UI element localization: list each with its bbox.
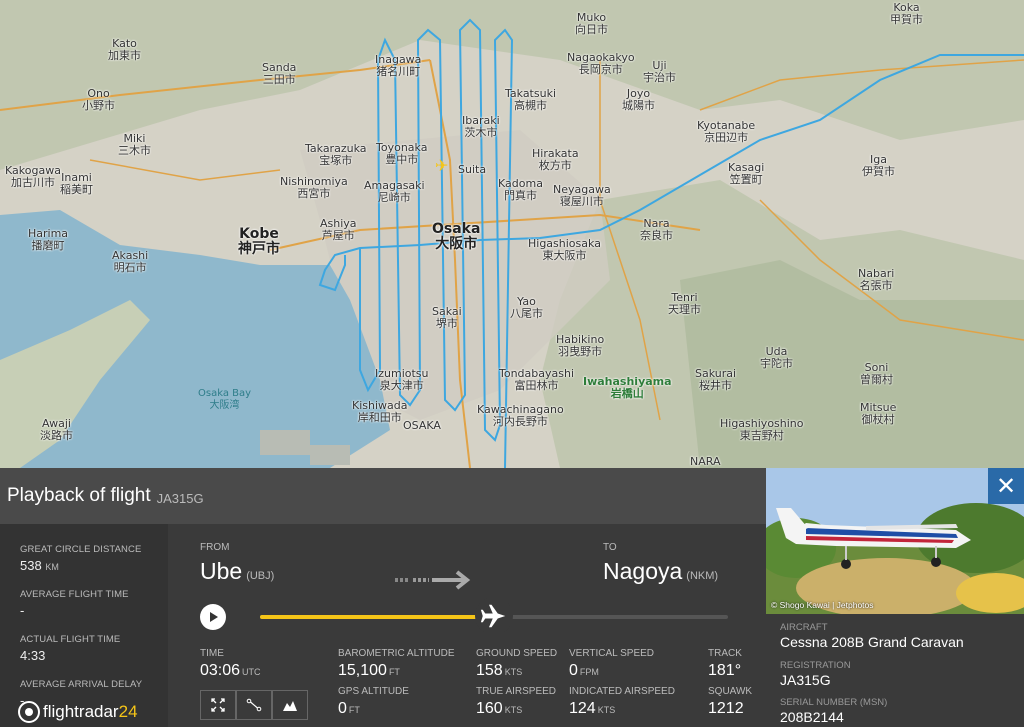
fullscreen-icon[interactable] [200,690,236,720]
map-label-tondabayashi: Tondabayashi 富田林市 [499,367,575,392]
stat-avg-flight-time: AVERAGE FLIGHT TIME - [20,589,129,618]
from-label: FROM [200,542,230,553]
map-label-osaka-bay: Osaka Bay 大阪湾 [198,388,252,411]
map-label-mitsue: Mitsue 御杖村 [860,401,897,426]
map-label-kasagi: Kasagi 笠置町 [728,161,765,186]
map-label-harima: Harima 播磨町 [28,227,69,252]
panel-title: Playback of flight [7,485,151,506]
map-label-ashiya: Ashiya 芦屋市 [320,217,357,242]
gps-altitude-field: GPS ALTITUDE 0 FT [338,686,409,717]
indicated-airspeed-field: INDICATED AIRSPEED 124 KTS [569,686,675,717]
map-label-ibaraki: Ibaraki 茨木市 [462,114,500,139]
origin-city[interactable]: Ube (UBJ) [200,558,274,585]
map-label-kato: Kato 加東市 [108,37,141,62]
map-label-nabari: Nabari 名張市 [858,267,895,292]
aircraft-serial: SERIAL NUMBER (MSN) 208B2144 [780,697,888,725]
map-label-muko: Muko 向日市 [575,11,608,36]
stat-distance: GREAT CIRCLE DISTANCE 538 KM [20,544,142,573]
to-label: TO [603,542,617,553]
map-label-habikino: Habikino 羽曳野市 [556,333,605,358]
map-label-suita: Suita [458,163,487,176]
map-label-amagasaki: Amagasaki 尼崎市 [364,179,425,204]
map-label-higashiosaka: Higashiosaka 東大阪市 [528,237,601,262]
map-label-inami: Inami 稲美町 [60,171,93,196]
aircraft-registration: REGISTRATION JA315G [780,660,851,688]
flight-stats: GREAT CIRCLE DISTANCE 538 KM AVERAGE FLI… [0,524,168,727]
map-label-kyotanabe: Kyotanabe 京田辺市 [697,119,756,144]
map-label-miki: Miki 三木市 [118,132,151,157]
map-label-toyonaka: Toyonaka 豊中市 [376,141,428,166]
map-label-iga: Iga 伊賀市 [862,153,895,178]
map-label-tenri: Tenri 天理市 [668,291,701,316]
map-label-yao: Yao 八尾市 [510,295,543,320]
panel-header: Playback of flight JA315G [0,468,766,524]
aircraft-photo[interactable]: ✕ © Shogo Kawai | Jetphotos [766,468,1024,614]
map-label-takarazuka: Takarazuka 宝塚市 [305,142,367,167]
route-icon[interactable] [236,690,272,720]
flightradar24-logo[interactable]: flightradar24 [18,701,138,723]
map-label-takatsuki: Takatsuki 高槻市 [505,87,556,112]
vertical-speed-field: VERTICAL SPEED 0 FPM [569,648,655,679]
map-label-ono: Ono 小野市 [82,87,115,112]
map-label-osaka-area: OSAKA [403,419,441,432]
true-airspeed-field: TRUE AIRSPEED 160 KTS [476,686,557,717]
track-field: TRACK 181° [708,648,742,679]
photo-credit[interactable]: © Shogo Kawai | Jetphotos [771,600,874,610]
map-label-nagaokakyo: Nagaokakyo 長岡京市 [567,51,635,76]
map-label-osaka: Osaka 大阪市 [432,221,481,252]
map-label-kishiwada: Kishiwada 岸和田市 [352,399,408,424]
map-label-sakai: Sakai 堺市 [432,305,462,330]
map-label-koka: Koka 甲賀市 [890,1,923,26]
map-label-iwahashiyama: Iwahashiyama 岩橋山 [583,375,672,400]
baro-altitude-field: BAROMETRIC ALTITUDE 15,100 FT [338,648,455,679]
map-label-inagawa: Inagawa 猪名川町 [375,53,422,78]
map-label-izumiotsu: Izumiotsu 泉大津市 [375,367,429,392]
map-label-nishinomiya: Nishinomiya 西宮市 [280,175,348,200]
plane-position-icon[interactable]: ✈ [435,156,448,176]
map-label-akashi: Akashi 明石市 [112,249,149,274]
map-label-neyagawa: Neyagawa 寝屋川市 [553,183,611,208]
playback-progress [260,615,494,619]
map-label-joyo: Joyo 城陽市 [622,87,655,112]
ground-speed-field: GROUND SPEED 158 KTS [476,648,558,679]
close-icon[interactable]: ✕ [988,468,1024,504]
map-label-higashiyoshino: Higashiyoshino 東吉野村 [720,417,804,442]
route-info: FROM Ube (UBJ) TO Nagoya (NKM) [200,542,740,602]
map-label-hirakata: Hirakata 枚方市 [532,147,579,172]
map-label-nara: Nara 奈良市 [640,217,673,242]
playback-handle-plane-icon[interactable] [475,597,513,635]
map-label-kawachinagano: Kawachinagano 河内長野市 [477,403,564,428]
map-label-kobe: Kobe 神戸市 [238,226,280,257]
map-label-nara-area: NARA [690,455,721,468]
view-buttons [200,690,308,720]
altitude-graph-icon[interactable] [272,690,308,720]
map-label-uda: Uda 宇陀市 [760,345,793,370]
map-canvas [0,0,1024,468]
map-label-kadoma: Kadoma 門真市 [498,177,543,202]
flight-id: JA315G [156,490,204,506]
destination-city[interactable]: Nagoya (NKM) [603,558,718,585]
time-field: TIME 03:06 UTC [200,648,261,679]
map-label-soni: Soni 曽爾村 [860,361,893,386]
map-label-awaji: Awaji 淡路市 [40,417,73,442]
squawk-field: SQUAWK 1212 [708,686,753,717]
logo-icon [18,701,40,723]
play-button[interactable] [200,604,226,630]
map-label-kakogawa: Kakogawa 加古川市 [5,164,61,189]
stat-actual-flight-time: ACTUAL FLIGHT TIME 4:33 [20,634,121,663]
map-label-uji: Uji 宇治市 [643,59,676,84]
aircraft-panel: ✕ © Shogo Kawai | Jetphotos AIRCRAFT Ces… [766,468,1024,727]
flight-map[interactable]: Kobe 神戸市 Osaka 大阪市 Toyonaka 豊中市 Takatsuki 高槻… [0,0,1024,468]
map-label-sakurai: Sakurai 桜井市 [695,367,737,392]
route-arrow-icon [395,570,471,590]
map-label-sanda: Sanda 三田市 [262,61,297,86]
aircraft-type: AIRCRAFT Cessna 208B Grand Caravan [780,622,964,650]
